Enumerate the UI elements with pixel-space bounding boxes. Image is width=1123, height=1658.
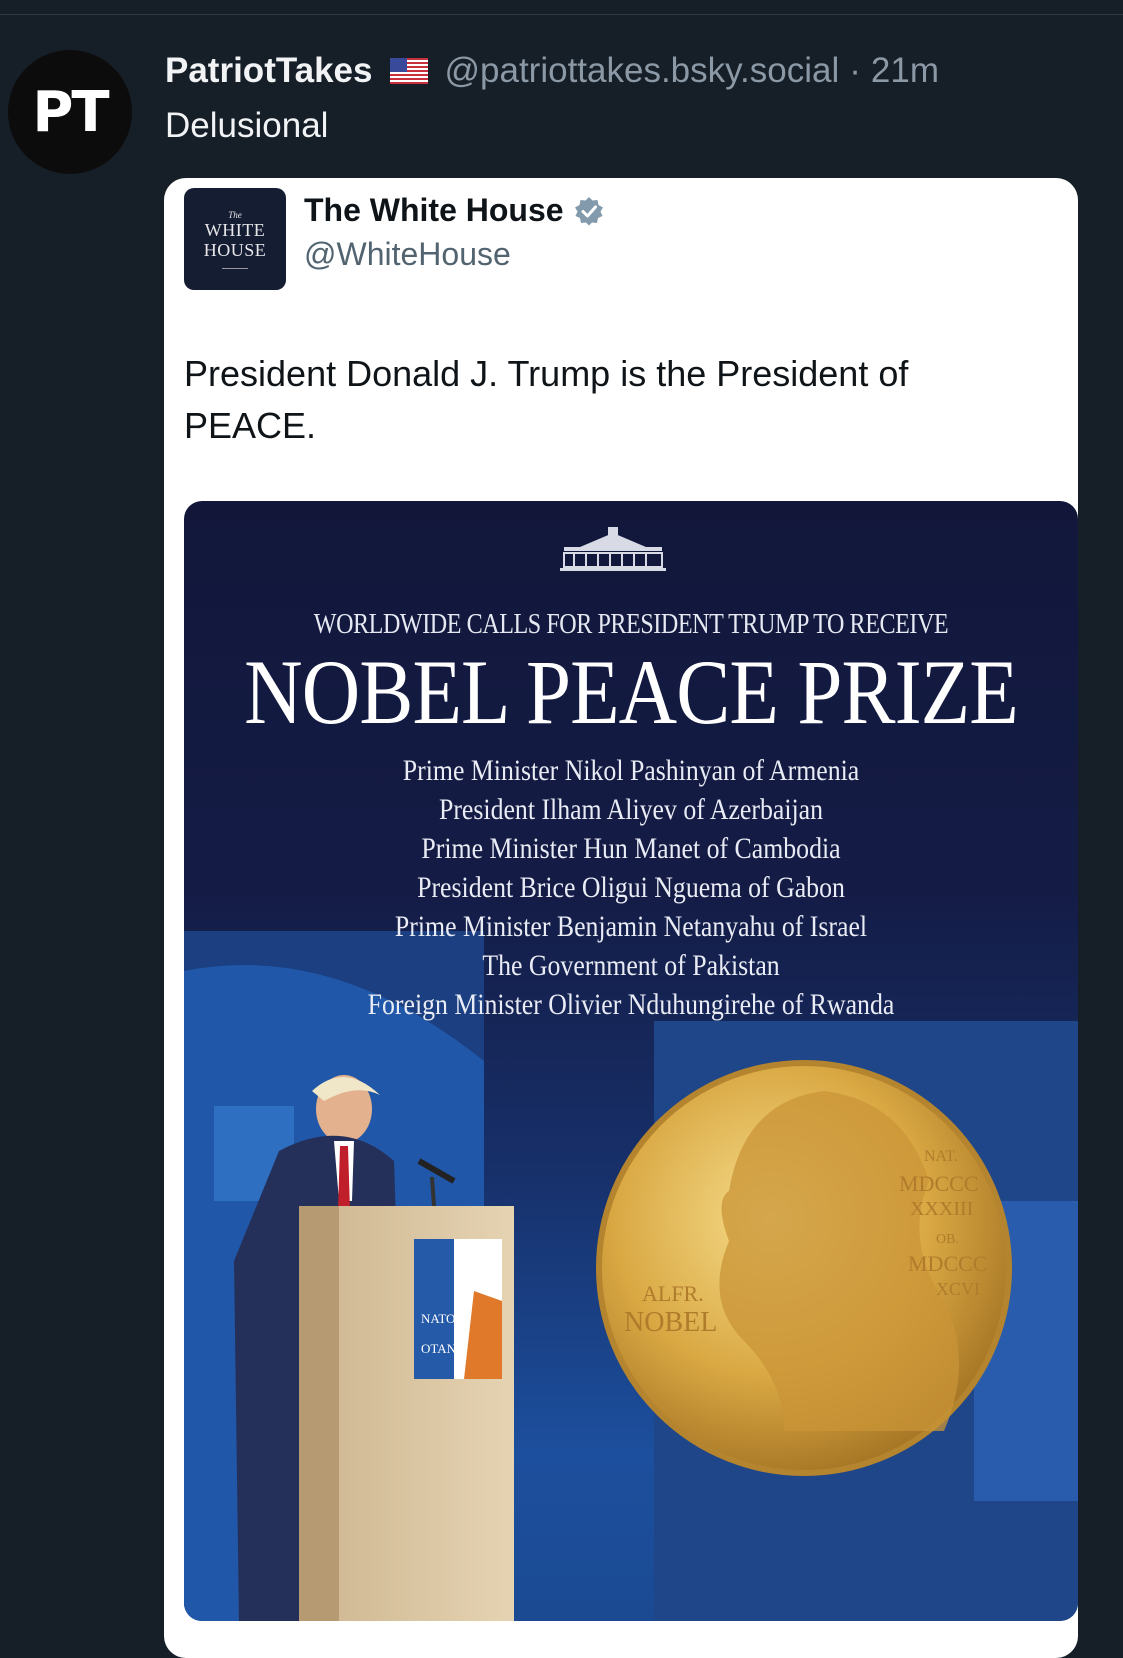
author-name[interactable]: PatriotTakes: [165, 51, 373, 91]
separator: ·: [849, 51, 861, 90]
white-house-logo[interactable]: The WHITE HOUSE: [184, 188, 286, 290]
quoted-author-name-text: The White House: [304, 192, 564, 228]
white-house-icon: [560, 527, 666, 571]
endorser-item: Prime Minister Nikol Pashinyan of Armeni…: [402, 754, 860, 787]
endorser-item: President Brice Oligui Nguema of Gabon: [417, 871, 845, 904]
top-divider: [0, 14, 1123, 15]
medal-xxxiii: XXXIII: [910, 1198, 973, 1220]
endorser-item: The Government of Pakistan: [482, 949, 780, 982]
endorser-list: Prime Minister Nikol Pashinyan of Armeni…: [184, 751, 1078, 1024]
quoted-author-name[interactable]: The White House: [304, 192, 604, 229]
poster-subtitle: WORLDWIDE CALLS FOR PRESIDENT TRUMP TO R…: [313, 609, 949, 640]
endorser-item: Prime Minister Hun Manet of Cambodia: [421, 832, 841, 865]
poster-image[interactable]: NATO OTAN ALFR. NOBEL NAT. MDCCC XXXIII …: [184, 501, 1078, 1621]
us-flag-icon: [389, 58, 428, 84]
quoted-post-card[interactable]: The WHITE HOUSE The White House @WhiteHo…: [164, 178, 1078, 1658]
podium-otan: OTAN: [421, 1341, 457, 1356]
medal-xcvi: XCVI: [936, 1279, 980, 1299]
logo-line2: HOUSE: [203, 239, 267, 260]
avatar[interactable]: PT: [8, 50, 132, 174]
author-handle[interactable]: @patriottakes.bsky.social: [445, 51, 840, 91]
avatar-initials: PT: [32, 79, 109, 145]
medal-mdccc-1: MDCCC: [899, 1171, 978, 1196]
logo-line1: WHITE: [204, 219, 266, 240]
poster-title: NOBEL PEACE PRIZE: [244, 641, 1019, 743]
medal-nat: NAT.: [924, 1148, 958, 1165]
verified-badge-icon: [574, 196, 603, 225]
post-header: PatriotTakes @patriottakes.bsky.social ·…: [165, 46, 939, 96]
medal-ob: OB.: [936, 1232, 959, 1247]
medal-nobel: NOBEL: [624, 1307, 717, 1338]
quoted-text: President Donald J. Trump is the Preside…: [184, 353, 909, 446]
endorser-item: President Ilham Aliyev of Azerbaijan: [438, 793, 824, 826]
endorser-item: Prime Minister Benjamin Netanyahu of Isr…: [394, 910, 868, 943]
logo-the: The: [228, 209, 242, 220]
logo-rule: [222, 267, 248, 269]
medal-alfr: ALFR.: [642, 1281, 704, 1306]
medal-mdccc-2: MDCCC: [908, 1251, 987, 1276]
podium-nato: NATO: [421, 1311, 455, 1326]
post-text: Delusional: [165, 106, 329, 145]
post-time[interactable]: 21m: [871, 51, 939, 91]
quoted-author-handle[interactable]: @WhiteHouse: [304, 236, 511, 273]
endorser-item: Foreign Minister Olivier Nduhungirehe of…: [367, 988, 895, 1021]
